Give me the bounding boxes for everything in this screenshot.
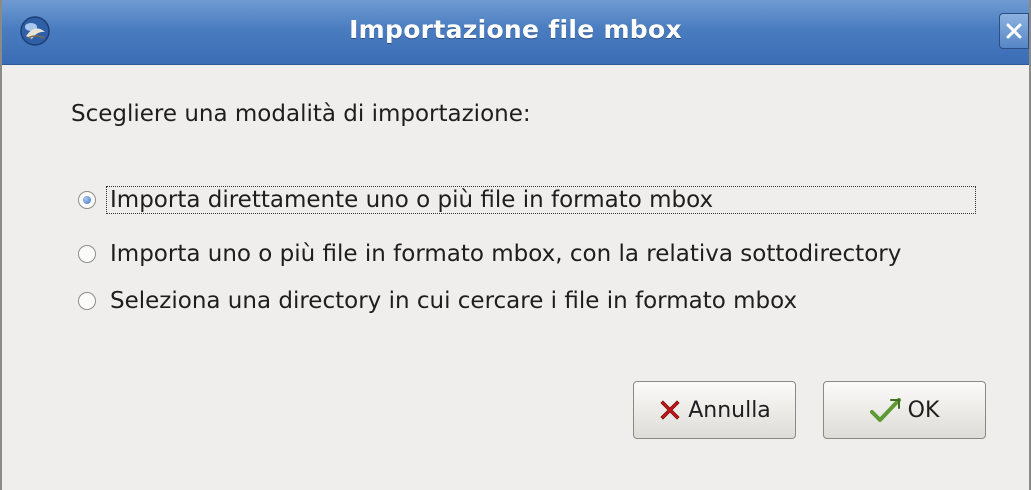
radio-import-with-subdirectory[interactable]: [78, 245, 96, 263]
radio-select-directory[interactable]: [78, 292, 96, 310]
title-bar[interactable]: Importazione file mbox: [2, 0, 1029, 65]
close-button[interactable]: [999, 13, 1029, 49]
option-label-select-directory[interactable]: Seleziona una directory in cui cercare i…: [107, 288, 800, 314]
option-select-directory[interactable]: Seleziona una directory in cui cercare i…: [78, 283, 800, 319]
option-import-directly[interactable]: Importa direttamente uno o più file in f…: [78, 182, 976, 218]
cancel-button-label: Annulla: [688, 397, 771, 423]
green-check-icon: [869, 398, 901, 422]
option-label-import-with-subdirectory[interactable]: Importa uno o più file in formato mbox, …: [107, 241, 904, 267]
import-mbox-dialog: Importazione file mbox Scegliere una mod…: [0, 0, 1031, 490]
option-import-with-subdirectory[interactable]: Importa uno o più file in formato mbox, …: [78, 236, 904, 272]
prompt-text: Scegliere una modalità di importazione:: [71, 101, 531, 127]
option-label-import-directly[interactable]: Importa direttamente uno o più file in f…: [106, 186, 976, 214]
red-x-icon: [660, 400, 680, 420]
ok-button-label: OK: [907, 397, 940, 423]
cancel-button[interactable]: Annulla: [633, 381, 796, 439]
radio-import-directly[interactable]: [78, 191, 96, 209]
window-title: Importazione file mbox: [349, 15, 682, 44]
ok-button[interactable]: OK: [823, 381, 986, 439]
close-icon: [1006, 23, 1022, 39]
